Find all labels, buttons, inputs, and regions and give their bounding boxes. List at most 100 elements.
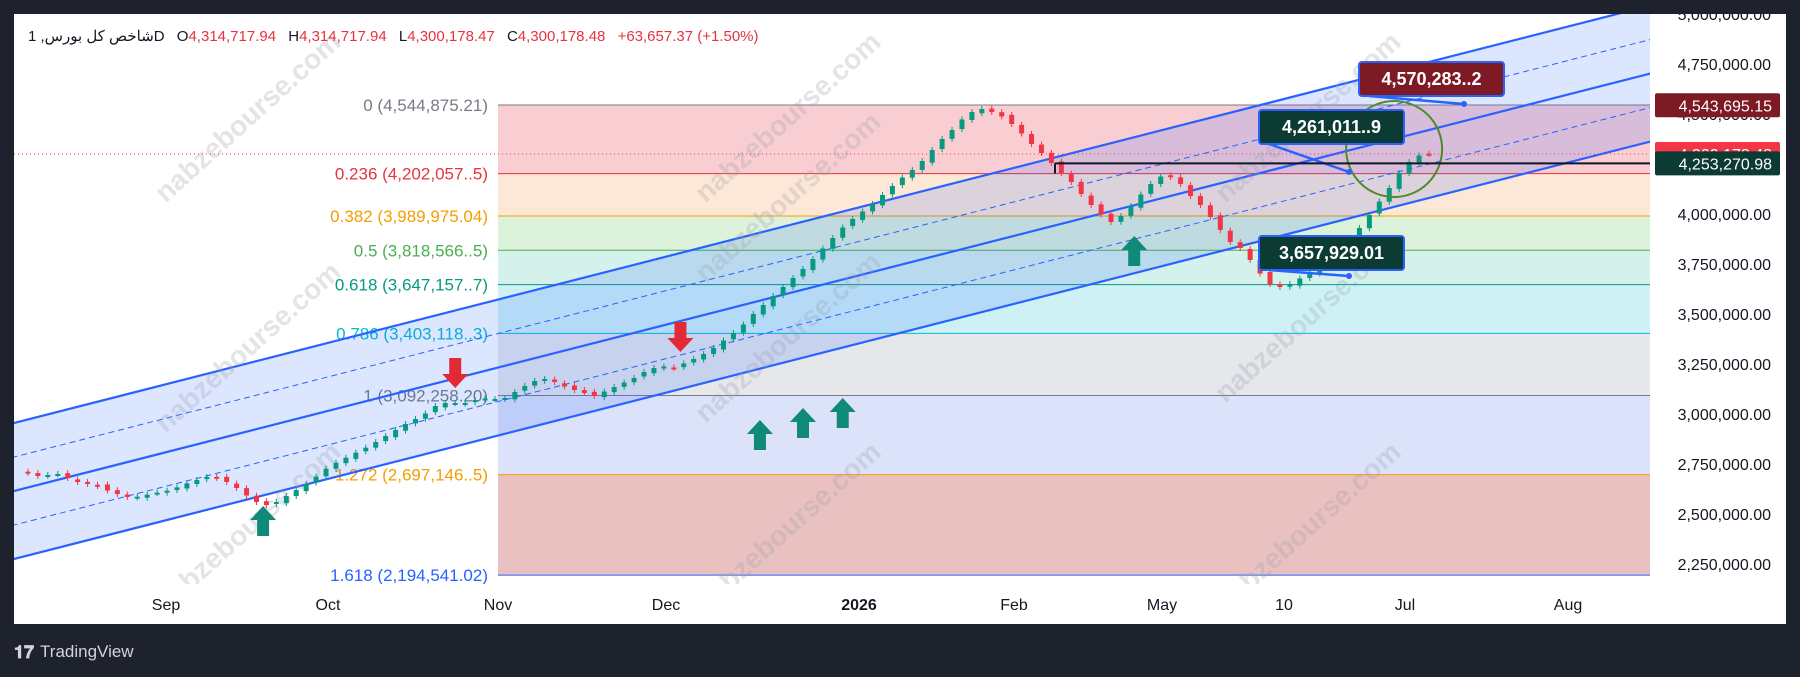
candle-body	[472, 400, 478, 403]
candle-body	[1217, 215, 1223, 230]
candle-body	[571, 385, 577, 390]
candle-body	[840, 227, 846, 238]
candle-body	[1108, 213, 1114, 222]
candle-body	[214, 476, 220, 479]
candle-body	[144, 494, 150, 498]
candle-body	[1118, 216, 1124, 222]
candle-body	[522, 386, 528, 391]
x-tick-label: Oct	[316, 597, 341, 614]
candle-body	[224, 476, 230, 482]
candle-body	[75, 479, 81, 482]
open-value: 4,314,717.94	[188, 28, 277, 45]
candle-body	[313, 476, 319, 483]
candle-body	[969, 112, 975, 120]
candle-body	[1098, 204, 1104, 215]
candle-body	[25, 471, 31, 474]
candle-body	[1267, 272, 1273, 284]
close-value: 4,300,178.48	[517, 28, 606, 45]
candle-body	[790, 278, 796, 288]
y-tick-label: 2,250,000.00	[1678, 557, 1772, 574]
price-chart[interactable]: 0 (4,544,875.21) 0.236 (4,202,057..5) 0.38…	[14, 14, 1786, 624]
candle-body	[721, 340, 726, 350]
low-label: L	[398, 28, 408, 45]
candle-body	[184, 483, 190, 489]
candle-body	[879, 195, 885, 206]
candle-body	[889, 186, 895, 195]
candle-body	[1138, 194, 1144, 208]
fib-zone-1	[498, 395, 1650, 475]
candle-body	[542, 379, 548, 381]
candle-body	[432, 406, 438, 413]
candle-body	[989, 108, 995, 112]
candle-body	[412, 419, 418, 424]
x-tick-label: Jul	[1395, 597, 1415, 614]
candle-body	[164, 490, 170, 493]
candle-body	[114, 490, 120, 494]
candle-body	[204, 477, 210, 480]
candle-body	[1237, 242, 1243, 248]
candle-body	[393, 430, 399, 438]
price-axis[interactable]: 5,000,000.004,750,000.004,500,000.004,25…	[1650, 14, 1786, 624]
candle-body	[810, 259, 816, 271]
symbol-name[interactable]: شاخص کل بورس, 1D	[28, 28, 165, 45]
y-tick-label: 3,250,000.00	[1678, 357, 1772, 374]
tradingview-logo-icon: 𝟏𝟕	[14, 641, 35, 662]
candle-body	[691, 359, 697, 363]
candle-body	[1029, 133, 1035, 144]
candle-body	[1068, 173, 1074, 182]
candle-body	[234, 483, 240, 488]
x-tick-label: 10	[1275, 597, 1293, 614]
candle-body	[919, 161, 925, 170]
candle-body	[581, 390, 587, 393]
candle-body	[770, 296, 776, 307]
candle-body	[1207, 205, 1213, 217]
candle-body	[403, 424, 409, 431]
time-axis[interactable]: Sep Oct Nov Dec 2026 Feb May 10 Jul Aug	[14, 584, 1786, 624]
x-tick-label: Dec	[652, 597, 680, 614]
candle-body	[562, 383, 568, 387]
candle-body	[979, 109, 985, 114]
candle-body	[1148, 184, 1154, 194]
footer-brand[interactable]: 𝟏𝟕 TradingView	[14, 640, 134, 664]
candle-body	[999, 112, 1005, 117]
callout-value: 4,261,011..9	[1282, 117, 1381, 137]
candle-body	[323, 468, 329, 477]
candle-body	[711, 348, 717, 355]
fib-zone-1.272	[498, 474, 1650, 576]
candle-body	[1297, 278, 1303, 286]
candle-body	[1247, 248, 1253, 260]
y-tick-label: 2,750,000.00	[1678, 457, 1772, 474]
candle-body	[244, 488, 250, 496]
candle-body	[740, 324, 746, 333]
candle-body	[1019, 124, 1025, 134]
candle-body	[661, 366, 667, 369]
change-value: +63,657.37 (+1.50%)	[617, 28, 759, 45]
candle-body	[1287, 284, 1293, 287]
watermark-text: nabzebourse.com	[149, 26, 347, 208]
fib-label: 0.618 (3,647,157..7)	[335, 276, 488, 295]
candle-body	[353, 452, 359, 459]
fib-label: 0.382 (3,989,975.04)	[330, 207, 488, 226]
candle-body	[1168, 175, 1174, 178]
candle-body	[253, 495, 259, 502]
candle-body	[641, 372, 647, 377]
candle-body	[512, 392, 518, 400]
candle-body	[681, 363, 687, 368]
candle-body	[1009, 114, 1015, 124]
y-tick-label: 2,500,000.00	[1678, 507, 1772, 524]
candle-body	[1386, 188, 1392, 202]
candle-body	[850, 219, 856, 226]
candle-body	[333, 462, 339, 469]
y-tick-label: 3,500,000.00	[1678, 307, 1772, 324]
x-tick-label: Nov	[484, 597, 512, 614]
candle-body	[1178, 177, 1184, 184]
candle-body	[422, 413, 428, 419]
callout-value: 3,657,929.01	[1279, 243, 1384, 263]
candle-body	[830, 238, 836, 249]
price-scale-value: 4,253,270.98	[1679, 156, 1773, 173]
candle-body	[502, 398, 508, 400]
price-scale-value: 4,543,695.15	[1679, 98, 1773, 115]
candle-body	[134, 496, 140, 499]
open-label: O	[176, 28, 189, 45]
candle-body	[820, 248, 826, 260]
